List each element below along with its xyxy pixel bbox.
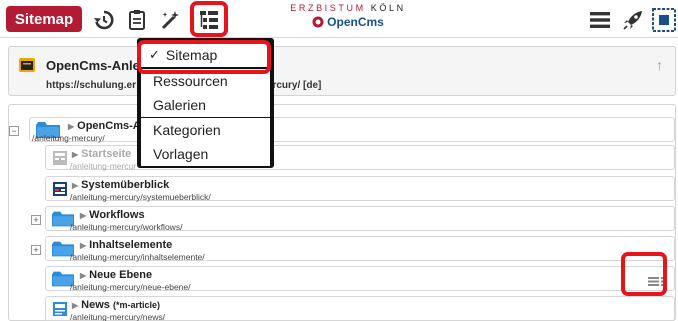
menu-item-galerien[interactable]: Galerien <box>141 93 270 117</box>
history-icon[interactable] <box>91 7 117 33</box>
highlight-frame <box>621 252 667 296</box>
tree-item-neue-ebene[interactable]: ▶ Neue Ebene /anleitung-mercury/neue-eben… <box>45 266 675 292</box>
toolbar: Sitemap ERZBISTUM KÖLN OpenCms <box>0 0 678 38</box>
expand-arrow-icon: ▶ <box>72 150 79 159</box>
clipboard-icon[interactable] <box>124 7 150 33</box>
site-header-panel: OpenCms-Anlei https://schulung.er mercury… <box>8 46 676 96</box>
expand-toggle-icon[interactable]: + <box>31 245 41 255</box>
tree-item-root[interactable]: ▶ OpenCms-Anlei /anleitung-mercury/ <box>29 117 675 143</box>
site-url: https://schulung.er mercury/ [de] <box>46 80 322 91</box>
highlight-frame <box>190 1 228 37</box>
hamburger-menu-icon[interactable] <box>587 7 613 33</box>
tree-item-inhaltselemente[interactable]: ▶ Inhaltselemente /anleitung-mercury/inha… <box>45 236 675 262</box>
tree-item-systemueberblick[interactable]: ▶ Systemüberblick /anleitung-mercury/syst… <box>45 176 675 202</box>
site-root-icon <box>19 58 35 72</box>
expand-arrow-icon: ▶ <box>80 241 87 250</box>
magic-wand-icon[interactable] <box>157 7 183 33</box>
expand-arrow-icon: ▶ <box>80 211 87 220</box>
article-icon <box>53 302 67 316</box>
sitemap-app-button[interactable]: Sitemap <box>6 6 82 32</box>
expand-arrow-icon: ▶ <box>80 271 87 280</box>
tree-item-workflows[interactable]: ▶ Workflows /anleitung-mercury/workflows/ <box>45 206 675 232</box>
rocket-icon[interactable] <box>620 7 646 33</box>
opencms-logo-icon <box>312 16 324 28</box>
menu-item-kategorien[interactable]: Kategorien <box>141 118 270 142</box>
publish-queue-icon[interactable] <box>651 7 677 33</box>
expand-toggle-icon[interactable]: + <box>31 215 41 225</box>
brand-logo: ERZBISTUM KÖLN OpenCms <box>290 3 406 29</box>
highlight-frame <box>137 40 271 74</box>
up-arrow-icon[interactable]: ↑ <box>656 57 663 73</box>
expand-arrow-icon: ▶ <box>72 301 79 310</box>
menu-item-vorlagen[interactable]: Vorlagen <box>141 142 270 166</box>
sitemap-tree: − ▶ OpenCms-Anlei /anleitung-mercury/ ▶ St… <box>8 104 676 321</box>
expand-arrow-icon: ▶ <box>68 122 75 131</box>
page-icon <box>53 182 67 196</box>
tree-item-news[interactable]: ▶ News (*m-article) /anleitung-mercury/ne… <box>45 296 675 321</box>
site-title: OpenCms-Anlei <box>46 58 144 73</box>
collapse-toggle-icon[interactable]: − <box>9 126 19 136</box>
expand-arrow-icon: ▶ <box>72 181 79 190</box>
page-icon <box>53 151 67 165</box>
